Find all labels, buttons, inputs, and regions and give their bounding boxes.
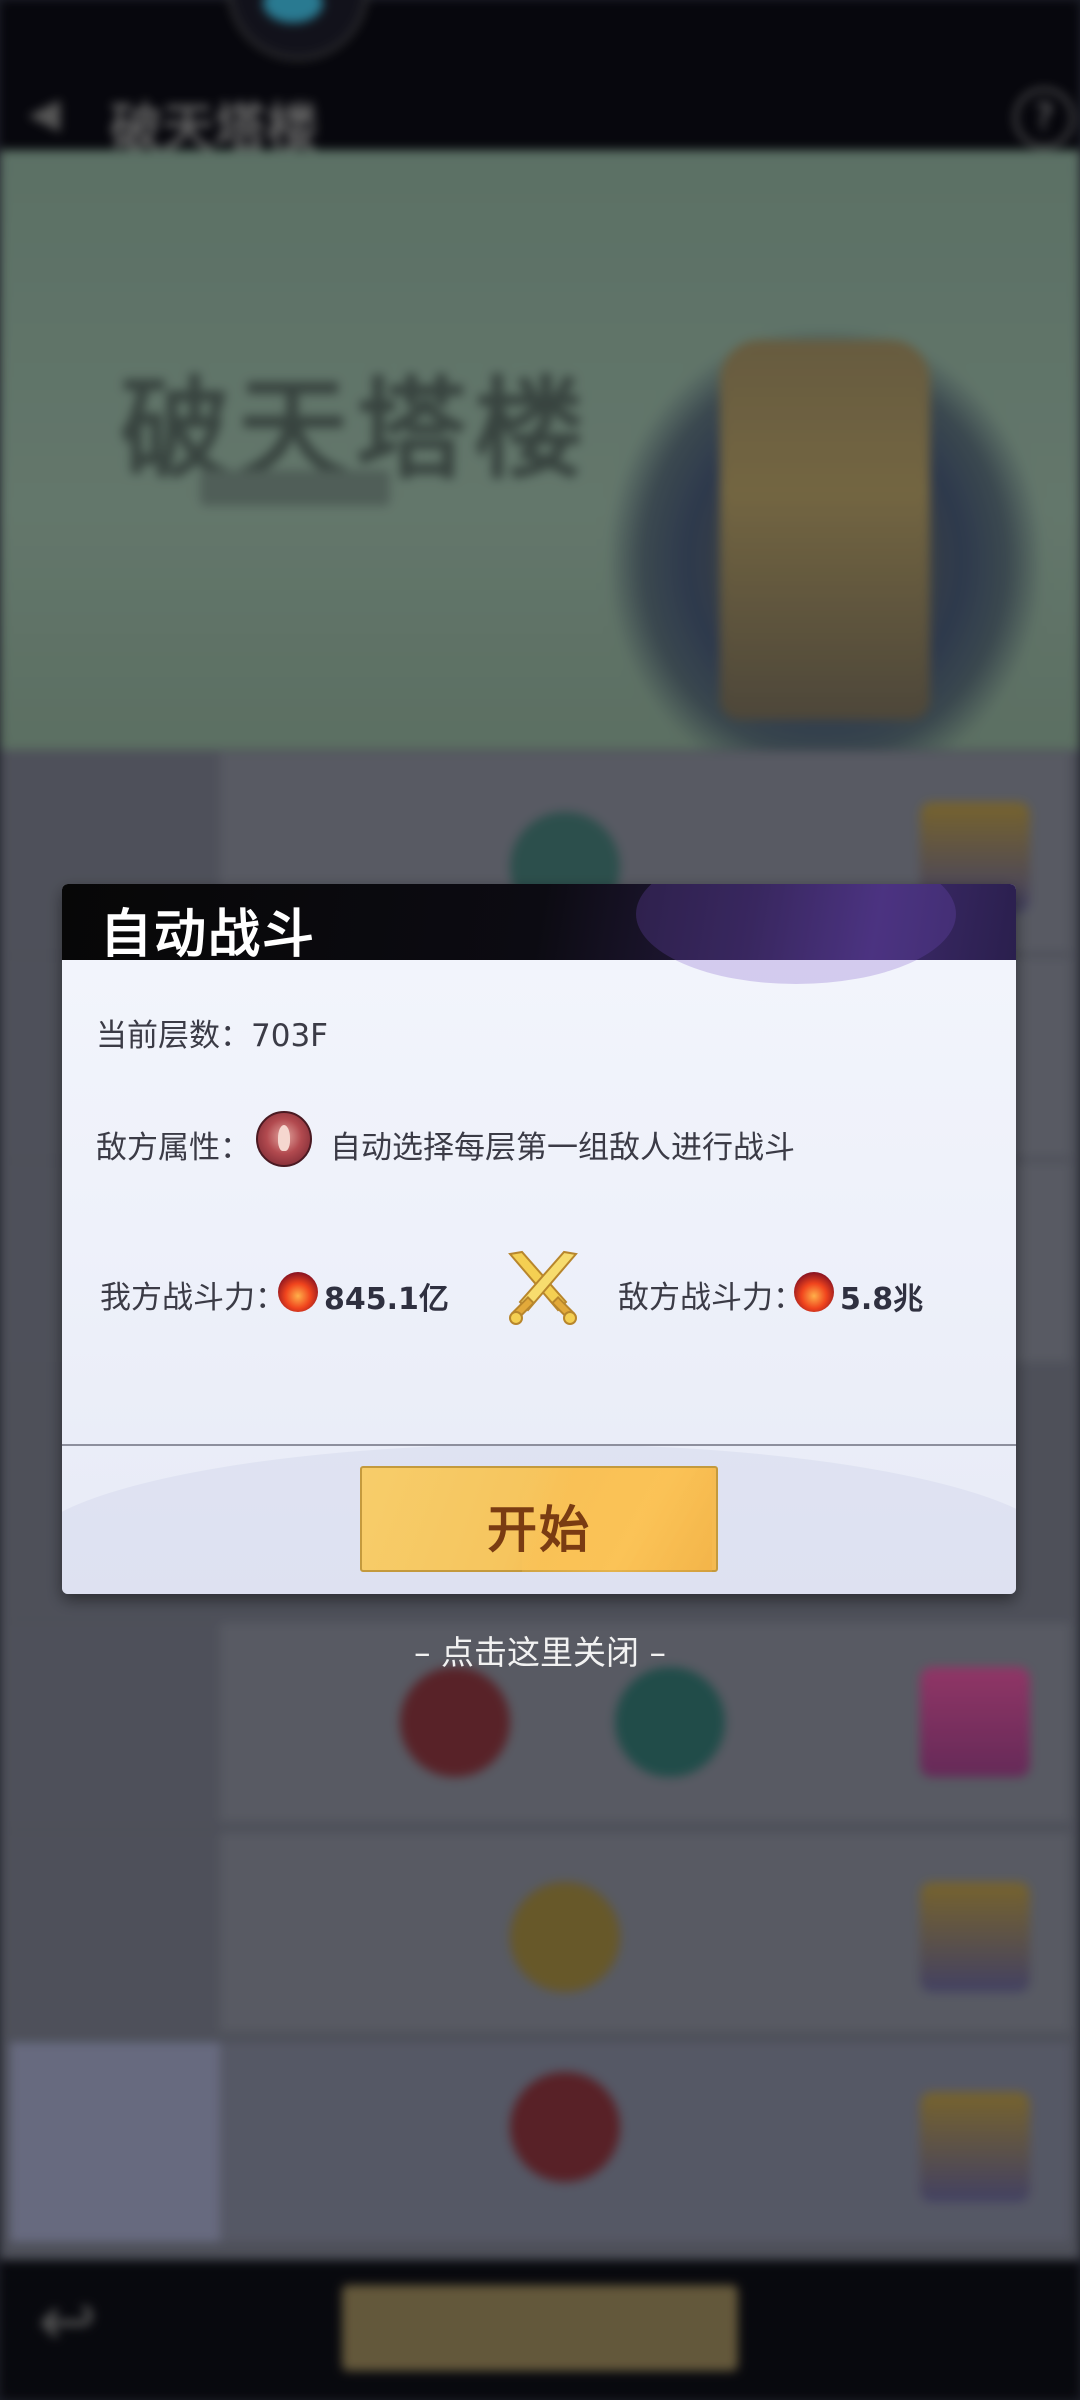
dialog-header: 自动战斗 xyxy=(62,884,1016,984)
start-button-label: 开始 xyxy=(487,1501,591,1559)
close-hint[interactable]: – 点击这里关闭 – xyxy=(0,1626,1080,1674)
enemy-attribute-label: 敌方属性： xyxy=(96,1130,251,1166)
divider xyxy=(62,1444,1016,1446)
crossed-swords-icon xyxy=(508,1250,578,1325)
start-button[interactable]: 开始 xyxy=(360,1466,718,1572)
current-floor: 当前层数：703F xyxy=(96,1018,328,1054)
flame-icon xyxy=(794,1272,834,1312)
fire-element-icon xyxy=(256,1111,312,1167)
enemy-power-value: 5.8兆 xyxy=(840,1282,924,1317)
dialog-title: 自动战斗 xyxy=(100,905,317,965)
flame-icon xyxy=(278,1272,318,1312)
auto-battle-dialog: 自动战斗 当前层数：703F 敌方属性： 自动选择每层第一组敌人进行战斗 我方战… xyxy=(62,884,1016,1594)
self-power-label: 我方战斗力： xyxy=(100,1280,286,1316)
enemy-attribute-text: 自动选择每层第一组敌人进行战斗 xyxy=(330,1130,795,1166)
enemy-power-label: 敌方战斗力： xyxy=(618,1280,804,1316)
self-power-value: 845.1亿 xyxy=(324,1282,449,1317)
